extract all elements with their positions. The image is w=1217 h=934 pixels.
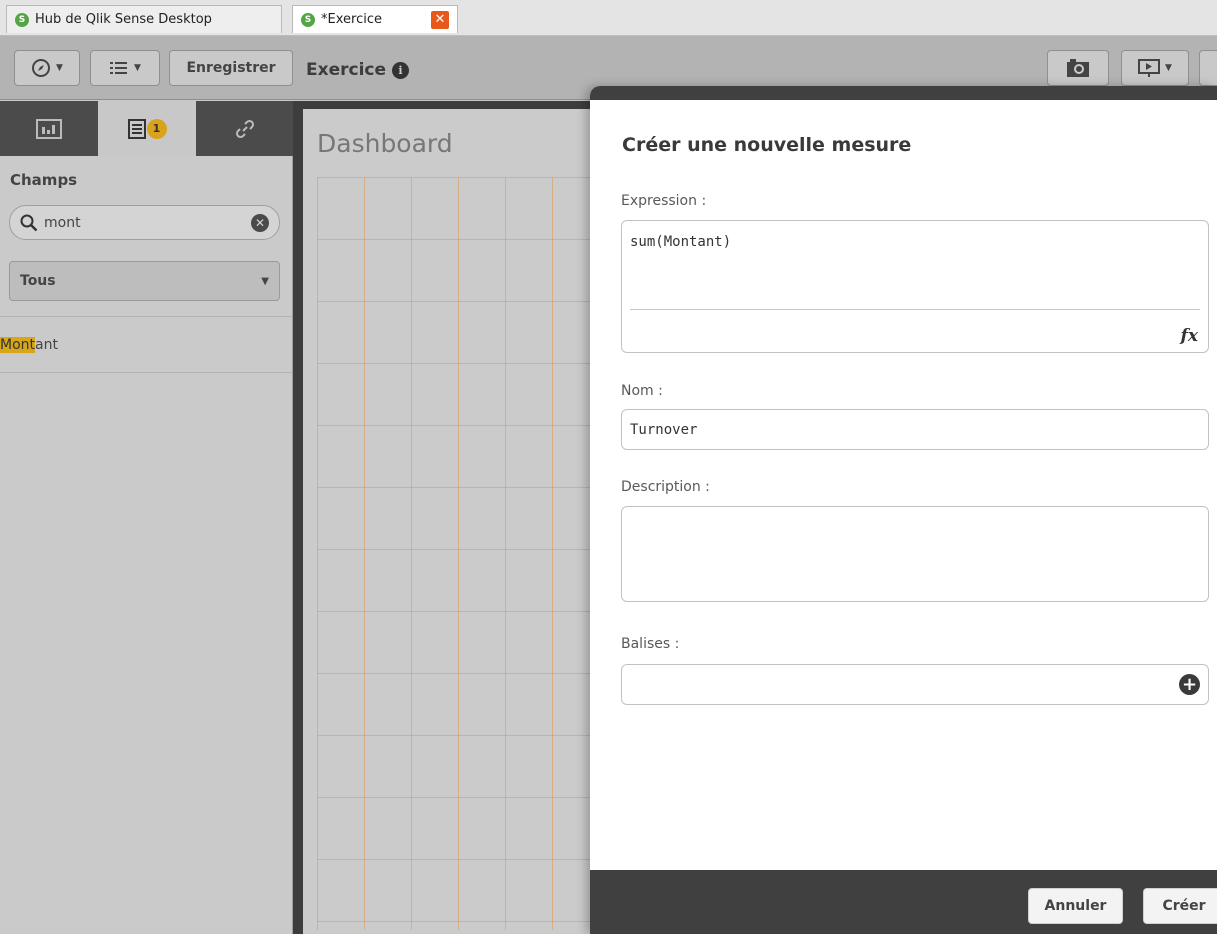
fields-count-badge: 1 (146, 118, 167, 139)
list-icon (110, 62, 128, 74)
tab-links[interactable] (196, 101, 294, 156)
expression-field[interactable]: sum(Montant) fx (621, 220, 1209, 353)
camera-icon (1067, 59, 1089, 77)
save-button[interactable]: Enregistrer (169, 50, 293, 86)
qlik-logo-icon: S (15, 12, 29, 27)
chevron-down-icon: ▼ (56, 63, 63, 73)
presentation-icon (1138, 59, 1161, 77)
search-icon (20, 214, 38, 231)
assets-panel-tabs: 1 (0, 101, 293, 156)
search-highlight: Mont (0, 336, 36, 353)
name-value: Turnover (630, 422, 698, 438)
description-field[interactable] (621, 506, 1209, 602)
tags-field[interactable]: + (621, 664, 1209, 705)
fields-filter-dropdown[interactable]: Tous ▼ (9, 261, 280, 301)
link-icon (235, 119, 255, 138)
sheet-title: Dashboard (317, 129, 453, 158)
tab-exercice-label: *Exercice (321, 12, 382, 27)
name-label: Nom : (621, 383, 663, 399)
create-measure-dialog: Créer une nouvelle mesure Expression : s… (590, 86, 1217, 934)
expression-value: sum(Montant) (630, 234, 732, 250)
list-menu-button[interactable]: ▼ (90, 50, 160, 86)
description-label: Description : (621, 479, 710, 495)
navigation-menu-button[interactable]: ▼ (14, 50, 80, 86)
tab-hub[interactable]: S Hub de Qlik Sense Desktop (6, 5, 282, 33)
present-button[interactable]: ▼ (1121, 50, 1189, 86)
list-item-label: ant (35, 336, 58, 353)
chevron-down-icon: ▼ (134, 63, 141, 73)
layout-grid[interactable] (317, 177, 590, 930)
chevron-down-icon: ▼ (1165, 63, 1172, 73)
app-title: Exercice i (306, 60, 410, 80)
add-tag-icon[interactable]: + (1179, 674, 1200, 695)
sheet-area: Dashboard (303, 109, 590, 934)
list-item[interactable]: Mont ant (0, 316, 292, 373)
dialog-top-bar (590, 86, 1217, 100)
tags-label: Balises : (621, 636, 680, 652)
tab-hub-label: Hub de Qlik Sense Desktop (35, 12, 212, 27)
clear-icon[interactable]: ✕ (251, 213, 269, 232)
app-title-text: Exercice (306, 60, 387, 80)
chevron-down-icon: ▼ (261, 275, 269, 287)
name-field[interactable]: Turnover (621, 409, 1209, 450)
info-icon[interactable]: i (392, 61, 410, 79)
fields-section-title: Champs (10, 171, 78, 189)
close-icon[interactable]: ✕ (431, 10, 449, 29)
assets-panel: 1 Champs mont ✕ Tous ▼ Mont ant (0, 101, 293, 934)
browser-tab-bar: S Hub de Qlik Sense Desktop S *Exercice … (0, 0, 1217, 36)
search-input-value: mont (44, 214, 81, 231)
sheet-canvas: Dashboard (293, 101, 590, 934)
more-button[interactable] (1199, 50, 1217, 86)
snapshot-button[interactable] (1047, 50, 1109, 86)
qlik-logo-icon: S (301, 12, 315, 27)
cancel-button[interactable]: Annuler (1028, 888, 1123, 924)
fx-icon[interactable]: fx (1181, 326, 1198, 346)
dialog-title: Créer une nouvelle mesure (622, 134, 912, 156)
tab-exercice[interactable]: S *Exercice ✕ (292, 5, 458, 33)
compass-icon (32, 59, 51, 77)
search-input[interactable]: mont ✕ (9, 205, 280, 240)
create-button[interactable]: Créer (1143, 888, 1217, 924)
expression-label: Expression : (621, 193, 707, 209)
fields-icon (127, 118, 146, 139)
tab-charts[interactable] (0, 101, 98, 156)
tab-fields[interactable]: 1 (98, 101, 196, 156)
charts-icon (36, 118, 62, 139)
divider (630, 309, 1200, 310)
dialog-footer: Annuler Créer (590, 870, 1217, 934)
fields-filter-value: Tous (20, 273, 56, 289)
